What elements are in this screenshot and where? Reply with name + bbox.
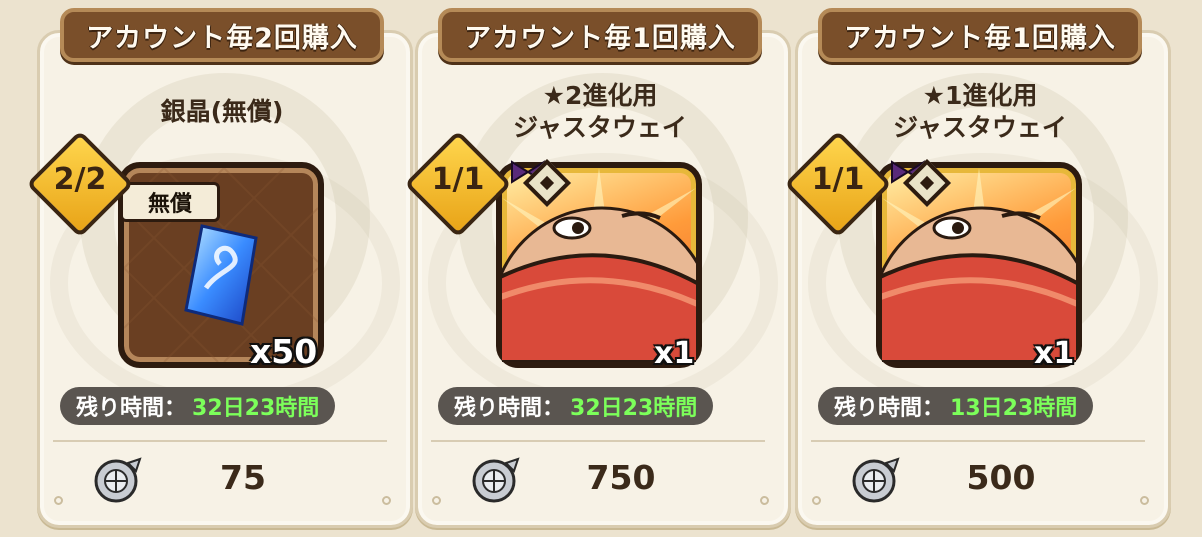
- item-quantity: x50: [250, 332, 318, 371]
- divider: [431, 440, 765, 442]
- corner-dot: [54, 496, 63, 505]
- remaining-label: 残り時間：: [76, 396, 187, 421]
- purchase-limit-banner: アカウント毎1回購入: [438, 8, 762, 62]
- limit-count: 1/1: [431, 162, 485, 197]
- corner-dot: [432, 496, 441, 505]
- purchase-limit-banner: アカウント毎1回購入: [818, 8, 1142, 62]
- silver-medal-icon: [472, 457, 520, 503]
- remaining-time-pill: 残り時間： 32日23時間: [60, 387, 336, 425]
- free-tag: 無償: [120, 182, 220, 222]
- limit-count: 1/1: [811, 162, 865, 197]
- item-title: 銀晶(無償): [160, 97, 284, 126]
- banner-text: アカウント毎1回購入: [844, 22, 1116, 54]
- remaining-label: 残り時間：: [454, 396, 565, 421]
- item-quantity: x1: [654, 336, 695, 371]
- remaining-time-pill: 残り時間： 13日23時間: [818, 387, 1094, 425]
- corner-dot: [760, 496, 769, 505]
- item-title: ★1進化用 ジャスタウェイ: [893, 81, 1067, 142]
- corner-dot: [382, 496, 391, 505]
- corner-dot: [812, 496, 821, 505]
- banner-text: アカウント毎2回購入: [86, 22, 358, 54]
- limit-count: 2/2: [53, 162, 107, 197]
- corner-dot: [1140, 496, 1149, 505]
- divider: [811, 440, 1145, 442]
- silver-medal-icon: [94, 457, 142, 503]
- item-quantity: x1: [1034, 336, 1075, 371]
- justaway-icon: [502, 168, 696, 362]
- remaining-value: 32日23時間: [192, 396, 320, 421]
- justaway-icon: [882, 168, 1076, 362]
- price: 75: [220, 458, 266, 497]
- item-title: ★2進化用 ジャスタウェイ: [513, 81, 687, 142]
- purchase-limit-banner: アカウント毎2回購入: [60, 8, 384, 62]
- remaining-value: 32日23時間: [570, 396, 698, 421]
- remaining-time-pill: 残り時間： 32日23時間: [438, 387, 714, 425]
- divider: [53, 440, 387, 442]
- banner-text: アカウント毎1回購入: [464, 22, 736, 54]
- silver-medal-icon: [852, 457, 900, 503]
- remaining-label: 残り時間：: [834, 396, 945, 421]
- price: 750: [586, 458, 656, 497]
- price: 500: [966, 458, 1036, 497]
- remaining-value: 13日23時間: [950, 396, 1078, 421]
